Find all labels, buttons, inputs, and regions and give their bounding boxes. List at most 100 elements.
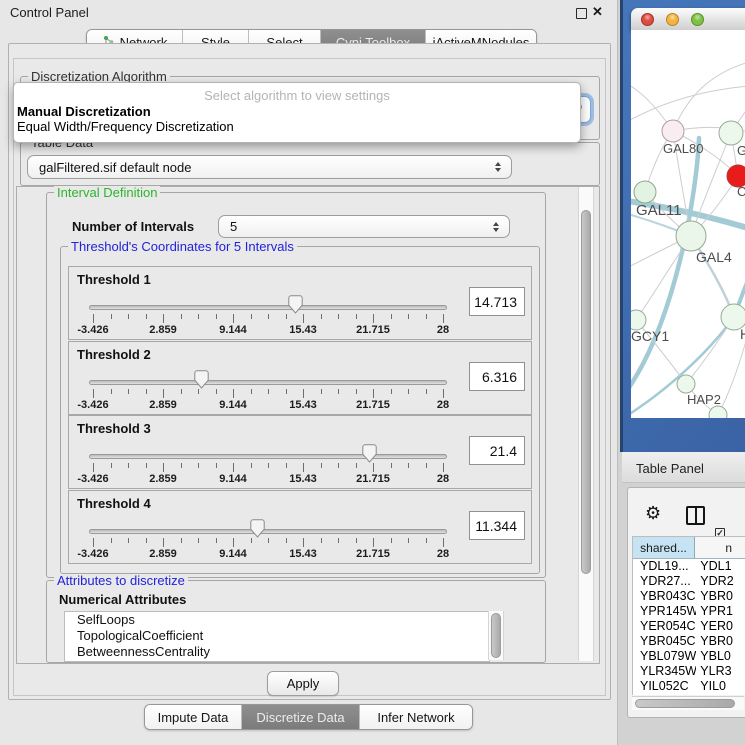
threshold-value-field[interactable]: 14.713 <box>469 287 525 316</box>
threshold-slider-track[interactable] <box>89 380 447 385</box>
tab-label: Discretize Data <box>256 710 344 725</box>
table-row[interactable]: YBR045CYBR0 <box>633 634 745 649</box>
dropdown-item[interactable]: Manual Discretization <box>17 104 151 119</box>
tick-mark <box>163 538 164 547</box>
num-intervals-spinner[interactable]: 5 <box>218 215 510 238</box>
tick-label: 9.144 <box>219 324 247 336</box>
table-header-row[interactable]: shared... n <box>633 537 745 559</box>
network-node[interactable] <box>709 406 727 418</box>
network-edge[interactable] <box>673 62 745 131</box>
attributes-list-scrollbar[interactable] <box>488 611 504 660</box>
table-row[interactable]: YLR345WYLR3 <box>633 664 745 679</box>
tick-label: -3.426 <box>77 473 108 485</box>
tick-mark <box>286 538 287 543</box>
tick-mark <box>268 314 269 319</box>
table-data-combo[interactable]: galFiltered.sif default node <box>27 155 512 179</box>
cell-name[interactable]: YLR3 <box>696 664 745 679</box>
cell-name[interactable]: YDR2 <box>696 574 745 589</box>
cell-name[interactable]: YBR0 <box>696 589 745 604</box>
close-traffic-light-icon[interactable] <box>641 13 654 26</box>
network-node[interactable] <box>677 375 695 393</box>
tick-mark <box>303 314 304 323</box>
network-edge[interactable] <box>631 86 745 124</box>
tick-label: -3.426 <box>77 548 108 560</box>
cell-shared-name[interactable]: YER054C <box>633 619 696 634</box>
numerical-attributes-list[interactable]: SelfLoopsTopologicalCoefficientBetweenne… <box>64 611 490 662</box>
table-row[interactable]: YDR27...YDR2 <box>633 574 745 589</box>
threshold-slider-thumb[interactable] <box>288 295 303 314</box>
bottom-tab-discretize-data[interactable]: Discretize Data <box>242 705 360 729</box>
gear-icon[interactable]: ⚙ <box>645 504 661 522</box>
bottom-tab-impute-data[interactable]: Impute Data <box>145 705 242 729</box>
bottom-tab-infer-network[interactable]: Infer Network <box>360 705 472 729</box>
threshold-slider-thumb[interactable] <box>250 519 265 538</box>
threshold-slider-thumb[interactable] <box>194 370 209 389</box>
cell-shared-name[interactable]: YPR145W <box>633 604 696 619</box>
close-icon[interactable]: ✕ <box>592 4 603 20</box>
table-hscrollbar-thumb[interactable] <box>635 699 735 708</box>
table-row[interactable]: YBR043CYBR0 <box>633 589 745 604</box>
tick-mark <box>268 389 269 394</box>
cell-name[interactable]: YDL1 <box>696 559 745 574</box>
network-edge[interactable] <box>718 330 745 415</box>
network-node[interactable] <box>719 121 743 145</box>
cell-name[interactable]: YBR0 <box>696 634 745 649</box>
cell-shared-name[interactable]: YDL19... <box>633 559 696 574</box>
cell-shared-name[interactable]: YBR043C <box>633 589 696 604</box>
apply-button[interactable]: Apply <box>267 671 339 696</box>
threshold-value-field[interactable]: 11.344 <box>469 511 525 540</box>
cell-shared-name[interactable]: YLR345W <box>633 664 696 679</box>
table-horizontal-scrollbar[interactable] <box>632 696 744 710</box>
vertical-scrollbar[interactable] <box>578 187 594 661</box>
threshold-slider-track[interactable] <box>89 305 447 310</box>
zoom-traffic-light-icon[interactable] <box>691 13 704 26</box>
tick-mark <box>373 389 374 398</box>
cell-shared-name[interactable]: YIL052C <box>633 679 696 694</box>
attribute-list-item[interactable]: BetweennessCentrality <box>65 644 489 660</box>
attribute-list-item[interactable]: TopologicalCoefficient <box>65 628 489 644</box>
column-header-name[interactable]: n <box>695 537 745 558</box>
tick-mark <box>198 538 199 543</box>
panel-divider[interactable] <box>620 0 623 452</box>
column-header-shared-name[interactable]: shared... <box>633 537 695 558</box>
threshold-slider-thumb[interactable] <box>362 444 377 463</box>
threshold-block: Threshold 2 6.316 -3.4262.8599.14415.432… <box>68 341 532 415</box>
tick-mark <box>198 463 199 468</box>
cell-shared-name[interactable]: YBR045C <box>633 634 696 649</box>
vertical-scrollbar-thumb[interactable] <box>581 210 591 574</box>
minimize-traffic-light-icon[interactable] <box>666 13 679 26</box>
threshold-value-field[interactable]: 21.4 <box>469 436 525 465</box>
table-row[interactable]: YPR145WYPR1 <box>633 604 745 619</box>
screen: Control Panel ✕ NetworkStyleSelectCyni T… <box>0 0 745 745</box>
network-node[interactable] <box>631 310 646 330</box>
network-node[interactable] <box>634 181 656 203</box>
cell-shared-name[interactable]: YBL079W <box>633 649 696 664</box>
table-row[interactable]: YER054CYER0 <box>633 619 745 634</box>
cell-name[interactable]: YIL0 <box>696 679 745 694</box>
node-table[interactable]: shared... n YDL19...YDL1YDR27...YDR2YBR0… <box>632 536 745 695</box>
cell-name[interactable]: YER0 <box>696 619 745 634</box>
threshold-slider-track[interactable] <box>89 454 447 459</box>
threshold-slider-track[interactable] <box>89 529 447 534</box>
network-edge[interactable] <box>631 138 699 396</box>
network-window-titlebar[interactable] <box>631 8 745 31</box>
table-row[interactable]: YDL19...YDL1 <box>633 559 745 574</box>
table-row[interactable]: YIL052CYIL0 <box>633 679 745 694</box>
network-canvas[interactable]: GAL80GCGAL11GAL4GCY1HHAP2 <box>631 30 745 418</box>
cell-shared-name[interactable]: YDR27... <box>633 574 696 589</box>
network-node[interactable] <box>676 221 706 251</box>
attribute-list-item[interactable]: SelfLoops <box>65 612 489 628</box>
network-node[interactable] <box>662 120 684 142</box>
dropdown-item[interactable]: Equal Width/Frequency Discretization <box>17 119 234 134</box>
split-columns-icon[interactable] <box>686 506 705 525</box>
attributes-list-scrollbar-thumb[interactable] <box>491 613 501 658</box>
tick-mark <box>286 463 287 468</box>
tick-mark <box>111 314 112 319</box>
cell-name[interactable]: YBL0 <box>696 649 745 664</box>
tick-mark <box>338 389 339 394</box>
threshold-value-field[interactable]: 6.316 <box>469 362 525 391</box>
table-row[interactable]: YBL079WYBL0 <box>633 649 745 664</box>
cell-name[interactable]: YPR1 <box>696 604 745 619</box>
algorithm-dropdown-popup: Select algorithm to view settings Manual… <box>13 82 581 143</box>
float-window-icon[interactable] <box>576 8 587 19</box>
